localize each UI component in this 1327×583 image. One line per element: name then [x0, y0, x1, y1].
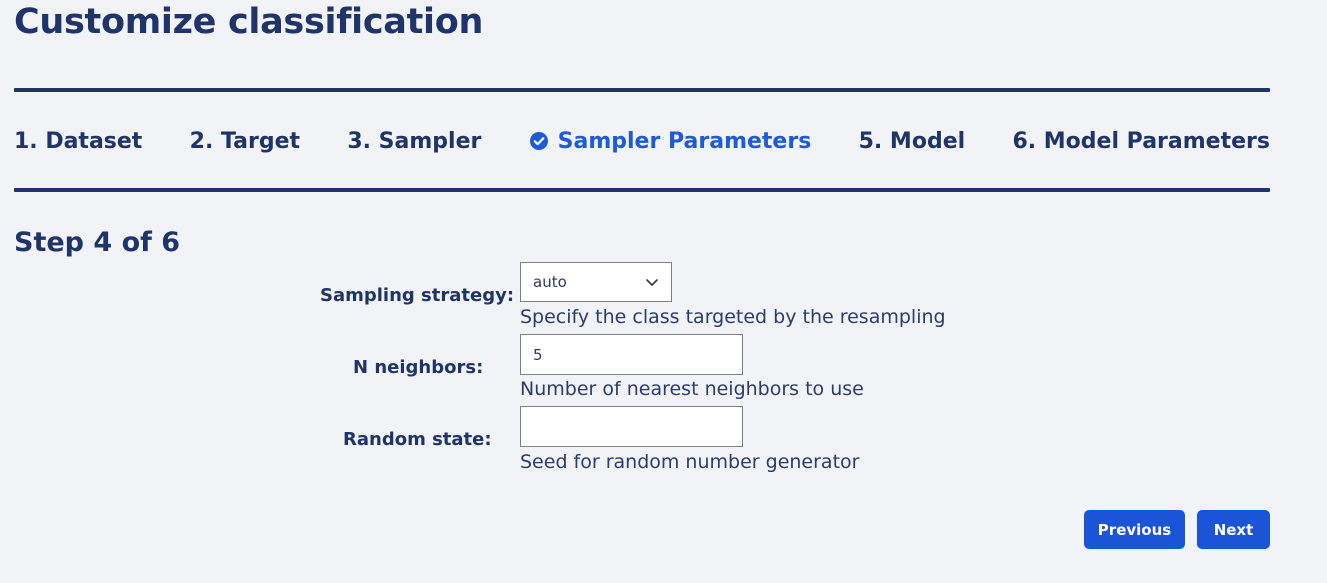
step-sampler[interactable]: 3. Sampler — [347, 129, 481, 154]
sampling-strategy-help: Specify the class targeted by the resamp… — [520, 306, 946, 328]
n-neighbors-input[interactable] — [520, 334, 743, 375]
step-label: 2. Target — [189, 128, 301, 154]
step-heading: Step 4 of 6 — [14, 227, 181, 258]
step-model-parameters[interactable]: 6. Model Parameters — [1012, 129, 1270, 154]
n-neighbors-label: N neighbors: — [353, 357, 484, 378]
next-button[interactable]: Next — [1197, 510, 1270, 549]
sampling-strategy-value: auto — [533, 273, 567, 291]
step-model[interactable]: 5. Model — [859, 129, 966, 154]
bottom-divider — [14, 188, 1270, 192]
sampling-strategy-select[interactable]: auto — [520, 262, 672, 302]
step-dataset[interactable]: 1. Dataset — [14, 129, 142, 154]
previous-button[interactable]: Previous — [1084, 510, 1185, 549]
random-state-label: Random state: — [343, 429, 492, 450]
random-state-help: Seed for random number generator — [520, 451, 860, 473]
sampling-strategy-label: Sampling strategy: — [320, 285, 515, 306]
step-label: 3. Sampler — [347, 128, 482, 154]
step-target[interactable]: 2. Target — [190, 129, 300, 154]
wizard-stepper: 1. Dataset 2. Target 3. Sampler Sampler … — [14, 122, 1270, 160]
check-circle-icon — [529, 131, 549, 151]
step-label: Sampler Parameters — [557, 128, 812, 154]
page: Customize classification 1. Dataset 2. T… — [0, 0, 1327, 583]
page-title: Customize classification — [14, 2, 484, 42]
chevron-down-icon — [645, 275, 659, 289]
n-neighbors-help: Number of nearest neighbors to use — [520, 378, 864, 400]
step-label: 1. Dataset — [14, 128, 143, 154]
random-state-input[interactable] — [520, 406, 743, 447]
step-label: 6. Model Parameters — [1012, 128, 1270, 154]
step-sampler-parameters[interactable]: Sampler Parameters — [529, 128, 812, 154]
top-divider — [14, 88, 1270, 92]
step-label: 5. Model — [858, 128, 966, 154]
